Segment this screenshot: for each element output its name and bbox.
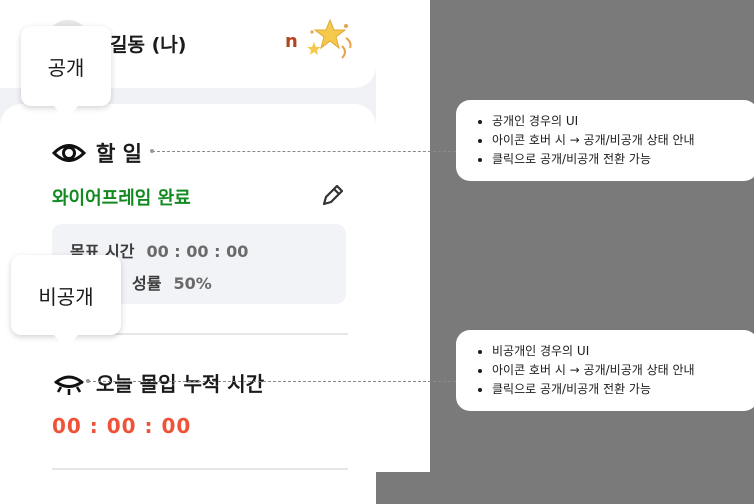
focus-title: 오늘 몰입 누적 시간 bbox=[96, 372, 265, 396]
section-divider bbox=[52, 468, 348, 470]
note-item: 클릭으로 공개/비공개 전환 가능 bbox=[492, 150, 742, 169]
sparkle-star-icon bbox=[307, 18, 352, 59]
tooltip-arrow bbox=[54, 335, 78, 349]
focus-time-value: 00 : 00 : 00 bbox=[52, 414, 192, 438]
tooltip-private: 비공개 bbox=[11, 255, 121, 349]
focus-header: 오늘 몰입 누적 시간 bbox=[52, 368, 264, 397]
goal-time-value: 00 : 00 : 00 bbox=[146, 242, 249, 261]
note-item: 아이콘 호버 시 → 공개/비공개 상태 안내 bbox=[492, 361, 742, 380]
goal-rate-label: 성률 bbox=[132, 274, 162, 293]
goal-rate-value: 50% bbox=[173, 274, 212, 293]
note-item: 공개인 경우의 UI bbox=[492, 112, 742, 131]
task-header: 할 일 bbox=[52, 138, 142, 168]
tooltip-public: 공개 bbox=[21, 26, 111, 120]
tooltip-arrow bbox=[54, 106, 78, 120]
annotation-connector-public bbox=[152, 151, 456, 152]
note-item: 클릭으로 공개/비공개 전환 가능 bbox=[492, 380, 742, 399]
connector-dot bbox=[150, 149, 154, 153]
note-item: 비공개인 경우의 UI bbox=[492, 342, 742, 361]
user-name: 길동 (나) bbox=[110, 34, 187, 56]
connector-dot bbox=[86, 379, 90, 383]
tooltip-private-label: 비공개 bbox=[38, 284, 94, 309]
user-mark: n bbox=[285, 31, 298, 52]
annotation-note-private: 비공개인 경우의 UI 아이콘 호버 시 → 공개/비공개 상태 안내 클릭으로… bbox=[456, 330, 754, 411]
eye-open-icon[interactable] bbox=[52, 139, 86, 167]
task-status: 와이어프레임 완료 bbox=[52, 188, 191, 209]
eye-closed-icon[interactable] bbox=[52, 369, 86, 397]
pencil-icon[interactable] bbox=[318, 182, 346, 210]
note-item: 아이콘 호버 시 → 공개/비공개 상태 안내 bbox=[492, 131, 742, 150]
tooltip-public-label: 공개 bbox=[47, 55, 85, 80]
task-title: 할 일 bbox=[96, 142, 142, 166]
annotation-connector-private bbox=[88, 381, 456, 382]
annotation-note-public: 공개인 경우의 UI 아이콘 호버 시 → 공개/비공개 상태 안내 클릭으로 … bbox=[456, 100, 754, 181]
